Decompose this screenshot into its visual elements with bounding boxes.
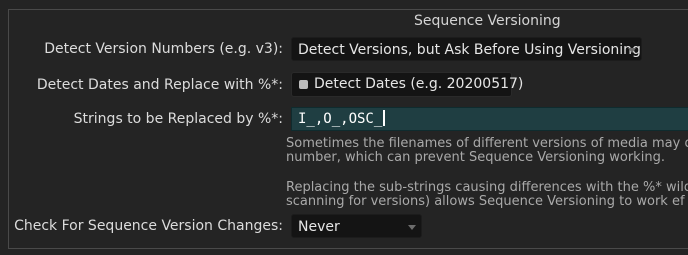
detect-dates-value: Detect Dates (e.g. 20200517) (314, 76, 524, 92)
chevron-down-icon (408, 225, 416, 230)
strings-replace-label: Strings to be Replaced by %*: (73, 111, 283, 127)
detect-version-label: Detect Version Numbers (e.g. v3): (44, 41, 283, 57)
help-text-line-3: Replacing the sub-strings causing differ… (286, 180, 688, 195)
check-changes-dropdown[interactable]: Never (291, 214, 422, 238)
strings-replace-input[interactable]: I_,O_,OSC_ (291, 107, 688, 131)
detect-dates-label: Detect Dates and Replace with %*: (36, 77, 283, 93)
strings-replace-value: I_,O_,OSC_ (298, 111, 383, 127)
group-title: Sequence Versioning (408, 12, 567, 30)
checkbox-indicator-icon (299, 80, 308, 89)
chevron-down-icon (628, 48, 636, 53)
help-text-line-2: number, which can prevent Sequence Versi… (286, 150, 665, 165)
detect-version-value: Detect Versions, but Ask Before Using Ve… (298, 42, 641, 58)
check-changes-value: Never (298, 219, 340, 235)
text-caret (383, 110, 386, 126)
detect-version-dropdown[interactable]: Detect Versions, but Ask Before Using Ve… (291, 37, 642, 61)
check-changes-label: Check For Sequence Version Changes: (14, 218, 283, 234)
help-text-line-1: Sometimes the filenames of different ver… (286, 136, 688, 151)
sequence-versioning-panel: Sequence Versioning Detect Version Numbe… (0, 0, 688, 255)
detect-dates-toggle[interactable]: Detect Dates (e.g. 20200517) (291, 72, 523, 97)
help-text-line-4: scanning for versions) allows Sequence V… (286, 194, 685, 209)
